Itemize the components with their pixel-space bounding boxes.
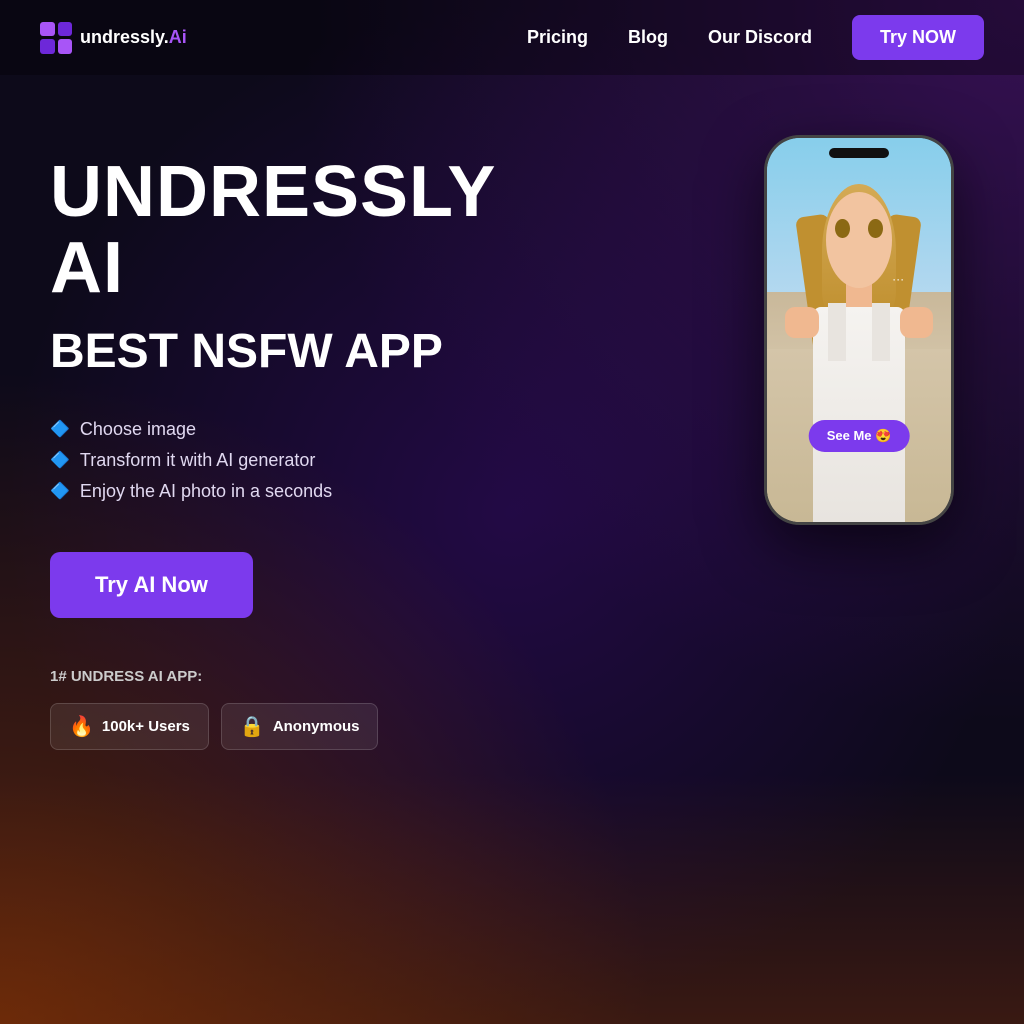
badges-container: 🔥 100k+ Users 🔒 Anonymous bbox=[50, 703, 550, 750]
nav-links: Pricing Blog Our Discord Try NOW bbox=[527, 15, 984, 60]
nav-link-blog[interactable]: Blog bbox=[628, 27, 668, 48]
features-list: 🔷 Choose image 🔷 Transform it with AI ge… bbox=[50, 419, 550, 502]
badge-users: 🔥 100k+ Users bbox=[50, 703, 209, 750]
logo-text: undressly.Ai bbox=[80, 27, 187, 48]
feature-icon-3: 🔷 bbox=[50, 481, 70, 501]
badge-anonymous: 🔒 Anonymous bbox=[221, 703, 379, 750]
phone-mockup: ··· See Me 😍 bbox=[764, 135, 954, 525]
feature-item-3: 🔷 Enjoy the AI photo in a seconds bbox=[50, 481, 550, 502]
logo-icon bbox=[40, 22, 72, 54]
lock-icon: 🔒 bbox=[240, 714, 265, 739]
feature-text-2: Transform it with AI generator bbox=[80, 450, 315, 471]
stats-label: 1# UNDRESS AI APP: bbox=[50, 668, 550, 685]
feature-item-1: 🔷 Choose image bbox=[50, 419, 550, 440]
badge-users-text: 100k+ Users bbox=[102, 718, 190, 735]
nav-link-discord[interactable]: Our Discord bbox=[708, 27, 812, 48]
feature-item-2: 🔷 Transform it with AI generator bbox=[50, 450, 550, 471]
bottom-gradient bbox=[0, 774, 1024, 1024]
logo-icon-sq1 bbox=[40, 22, 55, 37]
nav-link-pricing[interactable]: Pricing bbox=[527, 27, 588, 48]
feature-text-1: Choose image bbox=[80, 419, 196, 440]
logo-icon-sq2 bbox=[58, 22, 73, 37]
face bbox=[826, 192, 892, 288]
feature-icon-2: 🔷 bbox=[50, 450, 70, 470]
strap-left bbox=[828, 303, 846, 361]
see-me-button[interactable]: See Me 😍 bbox=[809, 420, 910, 452]
shoulder-right bbox=[900, 307, 933, 338]
navbar: undressly.Ai Pricing Blog Our Discord Tr… bbox=[0, 0, 1024, 75]
nav-try-now-button[interactable]: Try NOW bbox=[852, 15, 984, 60]
eye-left bbox=[835, 219, 850, 238]
main-content: UNDRESSLY AI BEST NSFW APP 🔷 Choose imag… bbox=[0, 75, 1024, 790]
badge-anonymous-text: Anonymous bbox=[273, 718, 360, 735]
feature-text-3: Enjoy the AI photo in a seconds bbox=[80, 481, 332, 502]
shoulder-left bbox=[785, 307, 818, 338]
try-ai-now-button[interactable]: Try AI Now bbox=[50, 552, 253, 618]
sparkle-dots: ··· bbox=[892, 272, 904, 286]
fire-icon: 🔥 bbox=[69, 714, 94, 739]
logo-icon-sq4 bbox=[58, 39, 73, 54]
logo-icon-sq3 bbox=[40, 39, 55, 54]
phone-container: ··· See Me 😍 bbox=[764, 135, 954, 525]
hero-title: UNDRESSLY AI bbox=[50, 155, 550, 306]
phone-screen: ··· bbox=[767, 138, 951, 522]
logo[interactable]: undressly.Ai bbox=[40, 22, 187, 54]
feature-icon-1: 🔷 bbox=[50, 419, 70, 439]
phone-notch bbox=[829, 148, 889, 158]
left-content: UNDRESSLY AI BEST NSFW APP 🔷 Choose imag… bbox=[50, 155, 550, 750]
eye-right bbox=[868, 219, 883, 238]
strap-right bbox=[872, 303, 890, 361]
hero-subtitle: BEST NSFW APP bbox=[50, 326, 550, 379]
